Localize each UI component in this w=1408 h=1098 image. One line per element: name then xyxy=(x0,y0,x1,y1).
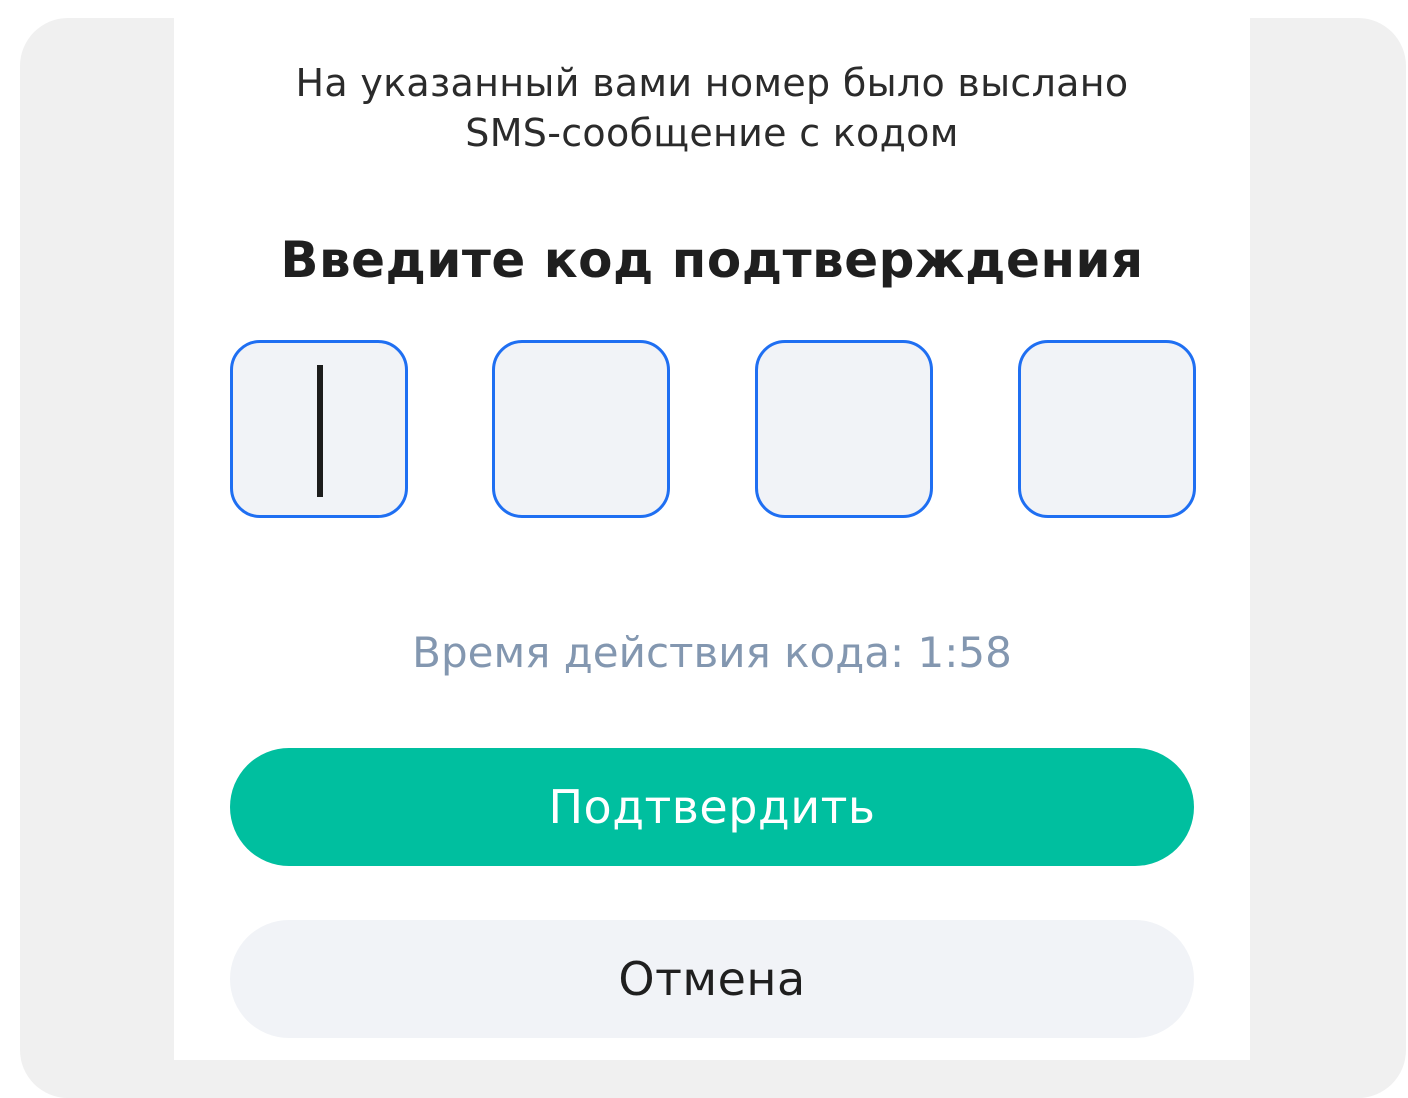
confirm-button[interactable]: Подтвердить xyxy=(230,748,1194,866)
text-caret-icon xyxy=(317,365,323,497)
dialog-title: Введите код подтверждения xyxy=(280,231,1144,289)
code-input-group xyxy=(230,340,1196,518)
sms-info-line-1: На указанный вами номер было выслано xyxy=(295,61,1129,105)
code-digit-2-input[interactable] xyxy=(492,340,670,518)
sms-info-text: На указанный вами номер было выслано SMS… xyxy=(174,58,1250,158)
code-digit-4-input[interactable] xyxy=(1018,340,1196,518)
cancel-button[interactable]: Отмена xyxy=(230,920,1194,1038)
sms-info-line-2: SMS-сообщение с кодом xyxy=(465,111,959,155)
code-digit-1-input[interactable] xyxy=(230,340,408,518)
code-digit-3-input[interactable] xyxy=(755,340,933,518)
code-timer: Время действия кода: 1:58 xyxy=(412,628,1012,677)
confirmation-card: На указанный вами номер было выслано SMS… xyxy=(174,0,1250,1060)
